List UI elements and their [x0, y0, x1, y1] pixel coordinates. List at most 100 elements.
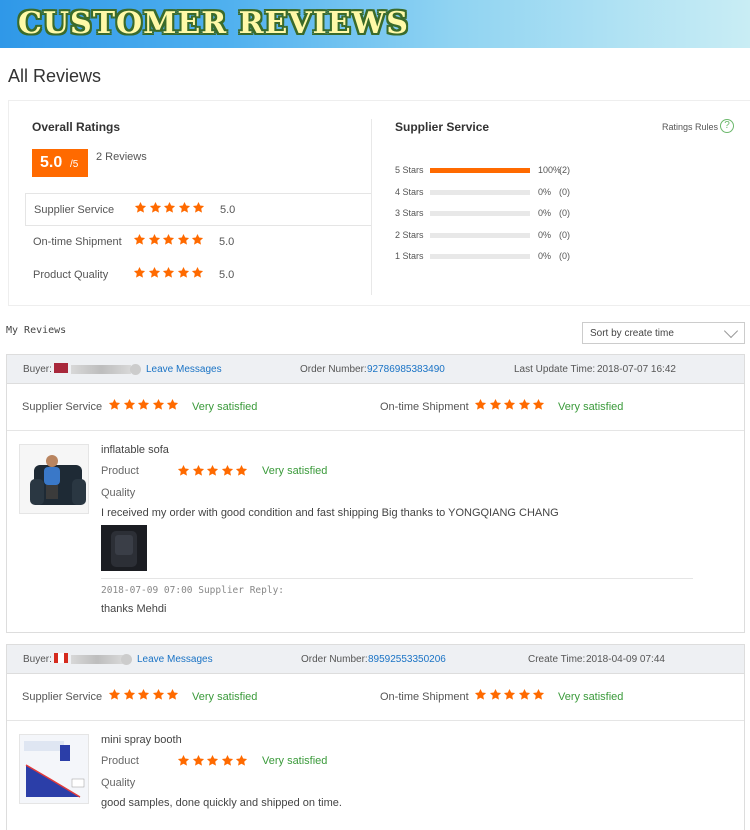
- star-icon: [177, 464, 190, 477]
- star-rating: [134, 201, 207, 214]
- star-icon: [134, 201, 147, 214]
- my-reviews-title: My Reviews: [6, 325, 67, 336]
- buyer-avatar-icon: [121, 654, 132, 665]
- star-icon: [148, 266, 161, 279]
- product-name[interactable]: mini spray booth: [101, 734, 182, 746]
- star-rating: [474, 398, 547, 411]
- star-icon: [177, 754, 190, 767]
- ratings-rules-link[interactable]: Ratings Rules: [662, 122, 718, 132]
- order-number-link[interactable]: 92786985383490: [367, 364, 445, 375]
- chevron-down-icon: [723, 323, 739, 339]
- distribution-bar-fill: [430, 168, 530, 173]
- buyer-avatar-icon: [130, 364, 141, 375]
- distribution-bar: [430, 254, 530, 259]
- distribution-row: 3 Stars 0% (0): [395, 206, 735, 228]
- buyer-name-redacted: [71, 655, 123, 664]
- star-rating: [108, 688, 181, 701]
- buyer-name-redacted: [71, 365, 131, 374]
- rating-row-label: On-time Shipment: [33, 236, 122, 248]
- star-icon: [191, 266, 204, 279]
- star-icon: [235, 464, 248, 477]
- star-icon: [221, 464, 234, 477]
- star-icon: [108, 398, 121, 411]
- score-out-of: /5: [70, 159, 79, 170]
- leave-messages-link[interactable]: Leave Messages: [146, 364, 222, 375]
- service-ratings-row: Supplier Service Very satisfied On-time …: [7, 675, 744, 721]
- review-photo-thumbnail[interactable]: [101, 525, 147, 571]
- buyer-label: Buyer:: [23, 364, 52, 375]
- star-icon: [177, 266, 190, 279]
- product-image[interactable]: [19, 734, 89, 804]
- distribution-percent: 0%: [538, 251, 552, 261]
- star-icon: [177, 233, 190, 246]
- star-icon: [162, 266, 175, 279]
- distribution-percent: 0%: [538, 229, 552, 240]
- supplier-service-title: Supplier Service: [395, 120, 490, 134]
- distribution-count: (0): [559, 208, 570, 218]
- star-icon: [206, 754, 219, 767]
- question-circle-icon[interactable]: ?: [720, 119, 734, 133]
- rating-row-on-time-shipment: On-time Shipment 5.0: [25, 226, 371, 259]
- star-rating: [177, 464, 250, 477]
- distribution-row: 2 Stars 0% (0): [395, 228, 735, 250]
- overall-rating-rows: Supplier Service 5.0 On-time Shipment 5.…: [25, 193, 371, 292]
- review-card-header: Buyer: Leave Messages Order Number: 8959…: [7, 645, 744, 674]
- star-icon: [152, 688, 165, 701]
- star-rating: [177, 754, 250, 767]
- product-image[interactable]: [19, 444, 89, 514]
- star-icon: [235, 754, 248, 767]
- star-distribution: 5 Stars 100% (2) 4 Stars 0% (0) 3 Stars …: [395, 163, 735, 271]
- country-flag-icon: [54, 653, 68, 663]
- review-comment: I received my order with good condition …: [101, 507, 559, 519]
- review-card: Buyer: Leave Messages Order Number: 8959…: [6, 644, 745, 830]
- country-flag-icon: [54, 363, 68, 373]
- distribution-bar: [430, 168, 530, 173]
- star-icon: [166, 688, 179, 701]
- star-icon: [192, 201, 205, 214]
- score-badge: 5.0 /5: [32, 149, 88, 177]
- order-number-label: Order Number:: [300, 364, 367, 375]
- distribution-percent: 0%: [538, 186, 552, 197]
- overall-score: 5.0: [40, 154, 63, 171]
- star-rating: [474, 688, 547, 701]
- banner-title: CUSTOMER REVIEWS: [18, 6, 409, 41]
- review-card-header: Buyer: Leave Messages Order Number: 9278…: [7, 355, 744, 384]
- reviews-count: 2 Reviews: [96, 151, 147, 163]
- distribution-count: (0): [559, 251, 570, 261]
- star-icon: [178, 201, 191, 214]
- star-icon: [123, 688, 136, 701]
- star-icon: [137, 398, 150, 411]
- star-icon: [108, 688, 121, 701]
- distribution-row: 4 Stars 0% (0): [395, 185, 735, 207]
- order-number-link[interactable]: 89592553350206: [368, 654, 446, 665]
- time-value: 2018-04-09 07:44: [586, 654, 665, 665]
- rating-row-value: 5.0: [220, 204, 236, 216]
- supplier-service-label: Supplier Service: [22, 691, 103, 703]
- quality-label: Quality: [101, 777, 136, 789]
- supplier-reply-text: thanks Mehdi: [101, 603, 167, 615]
- star-rating: [133, 266, 206, 279]
- distribution-count: (0): [559, 186, 570, 197]
- leave-messages-link[interactable]: Leave Messages: [137, 654, 213, 665]
- rating-row-label: Supplier Service: [34, 204, 115, 216]
- star-icon: [518, 688, 531, 701]
- service-ratings-row: Supplier Service Very satisfied On-time …: [7, 385, 744, 431]
- review-comment: good samples, done quickly and shipped o…: [101, 797, 342, 809]
- supplier-reply-meta: 2018-07-09 07:00 Supplier Reply:: [101, 585, 285, 596]
- distribution-row: 1 Stars 0% (0): [395, 249, 735, 271]
- time-label: Create Time:: [528, 654, 586, 665]
- star-icon: [474, 398, 487, 411]
- star-icon: [149, 201, 162, 214]
- star-rating: [133, 233, 206, 246]
- product-name[interactable]: inflatable sofa: [101, 444, 169, 456]
- star-icon: [163, 201, 176, 214]
- distribution-label: 3 Stars: [395, 208, 424, 218]
- sort-dropdown[interactable]: Sort by create time: [582, 322, 745, 344]
- distribution-label: 1 Stars: [395, 251, 424, 261]
- shipment-satisfaction: Very satisfied: [558, 401, 624, 413]
- distribution-count: (2): [559, 165, 570, 175]
- buyer-label: Buyer:: [23, 654, 52, 665]
- supplier-service-label: Supplier Service: [22, 401, 103, 413]
- star-icon: [518, 398, 531, 411]
- distribution-row: 5 Stars 100% (2): [395, 163, 735, 185]
